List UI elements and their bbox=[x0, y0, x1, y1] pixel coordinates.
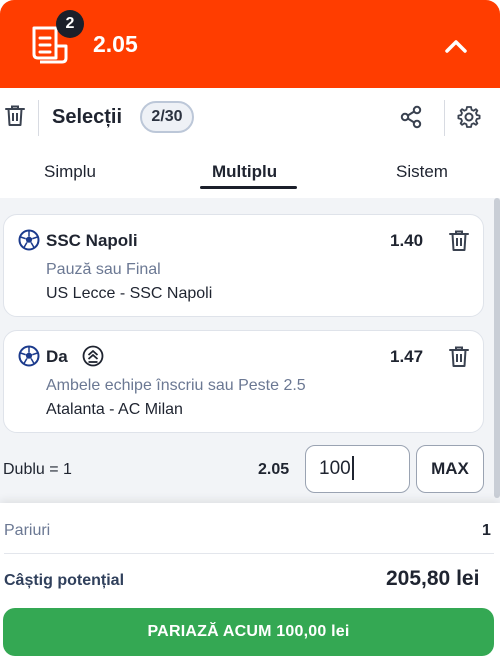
bets-label: Pariuri bbox=[4, 522, 51, 539]
max-stake-button[interactable]: MAX bbox=[416, 445, 484, 493]
bet-type-tabs: Simplu Multiplu Sistem bbox=[0, 148, 500, 198]
divider bbox=[4, 553, 494, 554]
stake-input[interactable] bbox=[305, 445, 410, 493]
boost-icon bbox=[82, 345, 104, 367]
betslip-header[interactable]: 2 2.05 bbox=[0, 0, 500, 88]
selections-title: Selecții bbox=[52, 106, 123, 128]
potential-win-label: Câștig potențial bbox=[4, 572, 125, 589]
trash-icon[interactable] bbox=[448, 229, 470, 253]
selection-match: Atalanta - AC Milan bbox=[46, 401, 183, 418]
selections-bar: Selecții 2/30 bbox=[0, 88, 500, 148]
selection-count-badge: 2 bbox=[56, 10, 84, 38]
share-icon[interactable] bbox=[398, 104, 424, 130]
trash-icon[interactable] bbox=[448, 345, 470, 369]
chevron-up-icon[interactable] bbox=[440, 30, 472, 62]
football-icon bbox=[18, 345, 40, 367]
selection-name: SSC Napoli bbox=[46, 231, 138, 250]
selections-count-pill: 2/30 bbox=[140, 101, 194, 133]
place-bet-button[interactable]: PARIAZĂ ACUM 100,00 lei bbox=[3, 608, 494, 656]
selection-market: Pauză sau Final bbox=[46, 261, 161, 278]
divider bbox=[38, 100, 39, 136]
selection-odds: 1.47 bbox=[390, 347, 424, 366]
selection-market: Ambele echipe înscriu sau Peste 2.5 bbox=[46, 377, 306, 394]
tab-simplu[interactable]: Simplu bbox=[44, 162, 96, 182]
divider bbox=[444, 100, 445, 136]
football-icon bbox=[18, 229, 40, 251]
bet-summary: Pariuri 1 Câștig potențial 205,80 lei PA… bbox=[0, 503, 500, 660]
selection-odds: 1.40 bbox=[390, 231, 424, 250]
active-tab-indicator bbox=[200, 186, 297, 189]
bets-value: 1 bbox=[482, 522, 491, 539]
selection-match: US Lecce - SSC Napoli bbox=[46, 285, 213, 302]
selection-card: Da 1.47 Ambele echipe înscriu sau Peste … bbox=[3, 330, 484, 433]
selection-name: Da bbox=[46, 347, 68, 366]
text-caret bbox=[352, 456, 354, 480]
total-odds: 2.05 bbox=[93, 31, 138, 57]
trash-icon[interactable] bbox=[4, 104, 26, 128]
tab-sistem[interactable]: Sistem bbox=[396, 162, 448, 182]
gear-icon[interactable] bbox=[456, 104, 482, 130]
potential-win-value: 205,80 lei bbox=[386, 567, 480, 590]
scrollbar[interactable] bbox=[494, 198, 500, 498]
combination-label: Dublu = 1 bbox=[3, 461, 72, 478]
selection-card: SSC Napoli 1.40 Pauză sau Final US Lecce… bbox=[3, 214, 484, 317]
tab-multiplu[interactable]: Multiplu bbox=[212, 162, 277, 182]
combination-odds: 2.05 bbox=[258, 461, 290, 478]
